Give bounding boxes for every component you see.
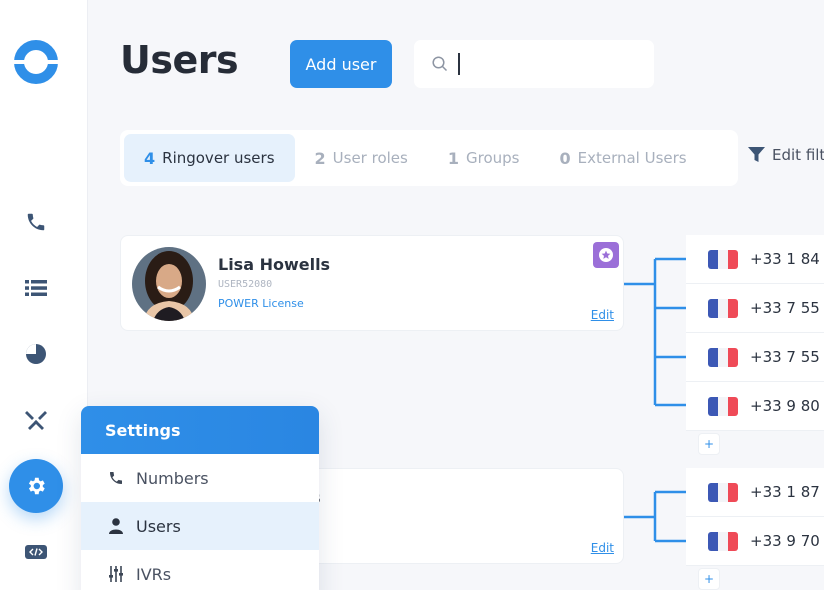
edit-filters-label: Edit filt	[772, 146, 824, 164]
add-number-button[interactable]: +	[698, 433, 720, 455]
phone-number: +33 1 84 8	[750, 250, 824, 268]
sidebar	[0, 0, 88, 590]
user-name[interactable]: Lisa Howells	[218, 255, 330, 274]
settings-nav-button[interactable]	[9, 459, 63, 513]
phone-number-row[interactable]: +33 1 87 6	[686, 468, 824, 517]
search-icon	[432, 56, 448, 72]
user-id: USER52080	[218, 279, 273, 290]
settings-menu: Settings Numbers Users IVRs	[81, 406, 319, 590]
settings-item-label: IVRs	[136, 564, 172, 584]
avatar	[132, 247, 206, 321]
france-flag-icon	[708, 347, 738, 367]
add-number-button[interactable]: +	[698, 568, 720, 590]
phone-number: +33 1 87 6	[750, 483, 824, 501]
code-icon[interactable]	[22, 538, 50, 566]
settings-menu-header: Settings	[81, 406, 319, 454]
tab-count: 0	[559, 148, 571, 168]
sliders-icon	[107, 565, 125, 583]
phone-icon	[107, 469, 125, 487]
star-icon	[598, 247, 614, 263]
settings-item-label: Numbers	[136, 468, 209, 488]
user-card[interactable]: Lisa Howells USER52080 POWER License Edi…	[120, 235, 624, 331]
edit-user-link[interactable]: Edit	[591, 541, 614, 555]
tab-count: 1	[447, 148, 459, 168]
gear-icon	[25, 475, 47, 497]
tab-count: 4	[144, 148, 156, 168]
pie-chart-icon[interactable]	[22, 340, 50, 368]
france-flag-icon	[708, 298, 738, 318]
tab-ringover-users[interactable]: 4 Ringover users	[124, 134, 295, 182]
france-flag-icon	[708, 482, 738, 502]
edit-user-link[interactable]: Edit	[591, 308, 614, 322]
france-flag-icon	[708, 396, 738, 416]
phone-number: +33 9 80 8	[750, 397, 824, 415]
phone-number-row[interactable]: +33 9 70 7	[686, 517, 824, 566]
search-box[interactable]	[414, 40, 654, 88]
tab-count: 2	[314, 148, 326, 168]
phone-number-row[interactable]: +33 7 55 5	[686, 333, 824, 382]
phone-number: +33 7 55 5	[750, 299, 824, 317]
list-icon[interactable]	[22, 274, 50, 302]
search-input[interactable]	[470, 55, 640, 73]
page-title: Users	[120, 38, 239, 82]
filter-icon	[748, 147, 772, 163]
phone-number-row[interactable]: +33 7 55 5	[686, 284, 824, 333]
settings-item-label: Users	[136, 516, 181, 536]
phone-number-row[interactable]: +33 9 80 8	[686, 382, 824, 431]
tab-user-roles[interactable]: 2 User roles	[295, 134, 428, 182]
edit-filters-button[interactable]: Edit filt	[748, 146, 824, 164]
tab-groups[interactable]: 1 Groups	[428, 134, 540, 182]
user-numbers-list: +33 1 84 8 +33 7 55 5 +33 7 55 5 +33 9 8…	[686, 235, 824, 431]
tab-label: Ringover users	[162, 149, 275, 167]
tab-label: Groups	[465, 149, 520, 167]
tab-label: User roles	[332, 149, 408, 167]
france-flag-icon	[708, 249, 738, 269]
ringover-logo[interactable]	[13, 39, 59, 85]
phone-icon[interactable]	[22, 208, 50, 236]
add-user-button[interactable]: Add user	[290, 40, 392, 88]
phone-number-row[interactable]: +33 1 84 8	[686, 235, 824, 284]
settings-item-ivrs[interactable]: IVRs	[81, 550, 319, 590]
text-cursor	[458, 53, 460, 75]
user-icon	[107, 517, 125, 535]
phone-number: +33 9 70 7	[750, 532, 824, 550]
number-connector-lines	[624, 257, 686, 543]
phone-number: +33 7 55 5	[750, 348, 824, 366]
user-numbers-list: +33 1 87 6 +33 9 70 7	[686, 468, 824, 566]
settings-item-users[interactable]: Users	[81, 502, 319, 550]
france-flag-icon	[708, 531, 738, 551]
integrations-icon[interactable]	[22, 406, 50, 434]
settings-item-numbers[interactable]: Numbers	[81, 454, 319, 502]
admin-badge	[593, 242, 619, 268]
user-license: POWER License	[218, 297, 304, 310]
